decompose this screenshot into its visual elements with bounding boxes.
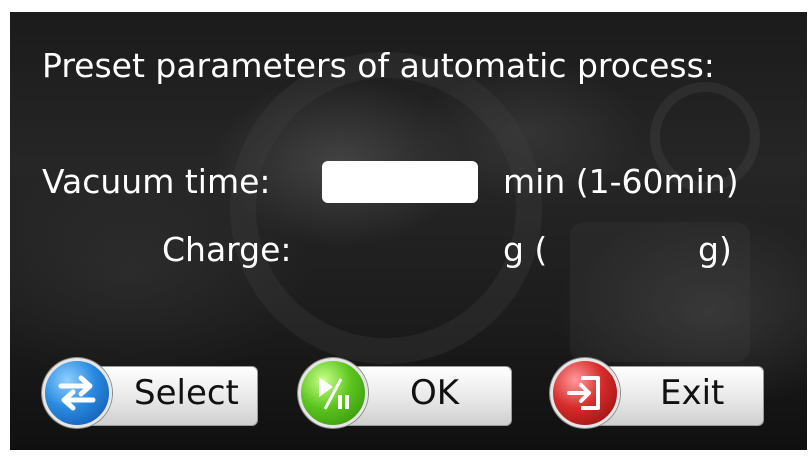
ok-button-label[interactable]: OK — [410, 372, 459, 414]
ok-button[interactable]: OK — [298, 358, 512, 430]
charge-label: Charge: — [162, 230, 292, 269]
select-button[interactable]: Select — [42, 358, 258, 430]
select-button-label[interactable]: Select — [134, 372, 239, 414]
swap-arrows-icon[interactable] — [42, 358, 112, 428]
vacuum-time-input[interactable] — [322, 161, 478, 203]
vacuum-time-label: Vacuum time: — [42, 162, 271, 201]
charge-unit-close: g) — [698, 230, 732, 269]
exit-button[interactable]: Exit — [550, 358, 764, 430]
vacuum-time-unit-range: min (1-60min) — [503, 162, 739, 201]
exit-button-label[interactable]: Exit — [660, 372, 724, 414]
charge-unit-open: g ( — [503, 230, 548, 269]
play-pause-icon[interactable] — [298, 358, 368, 428]
exit-door-icon[interactable] — [550, 358, 620, 428]
page-title: Preset parameters of automatic process: — [42, 46, 715, 85]
background-steering-wheel — [230, 52, 542, 364]
screen: Preset parameters of automatic process: … — [10, 12, 807, 450]
